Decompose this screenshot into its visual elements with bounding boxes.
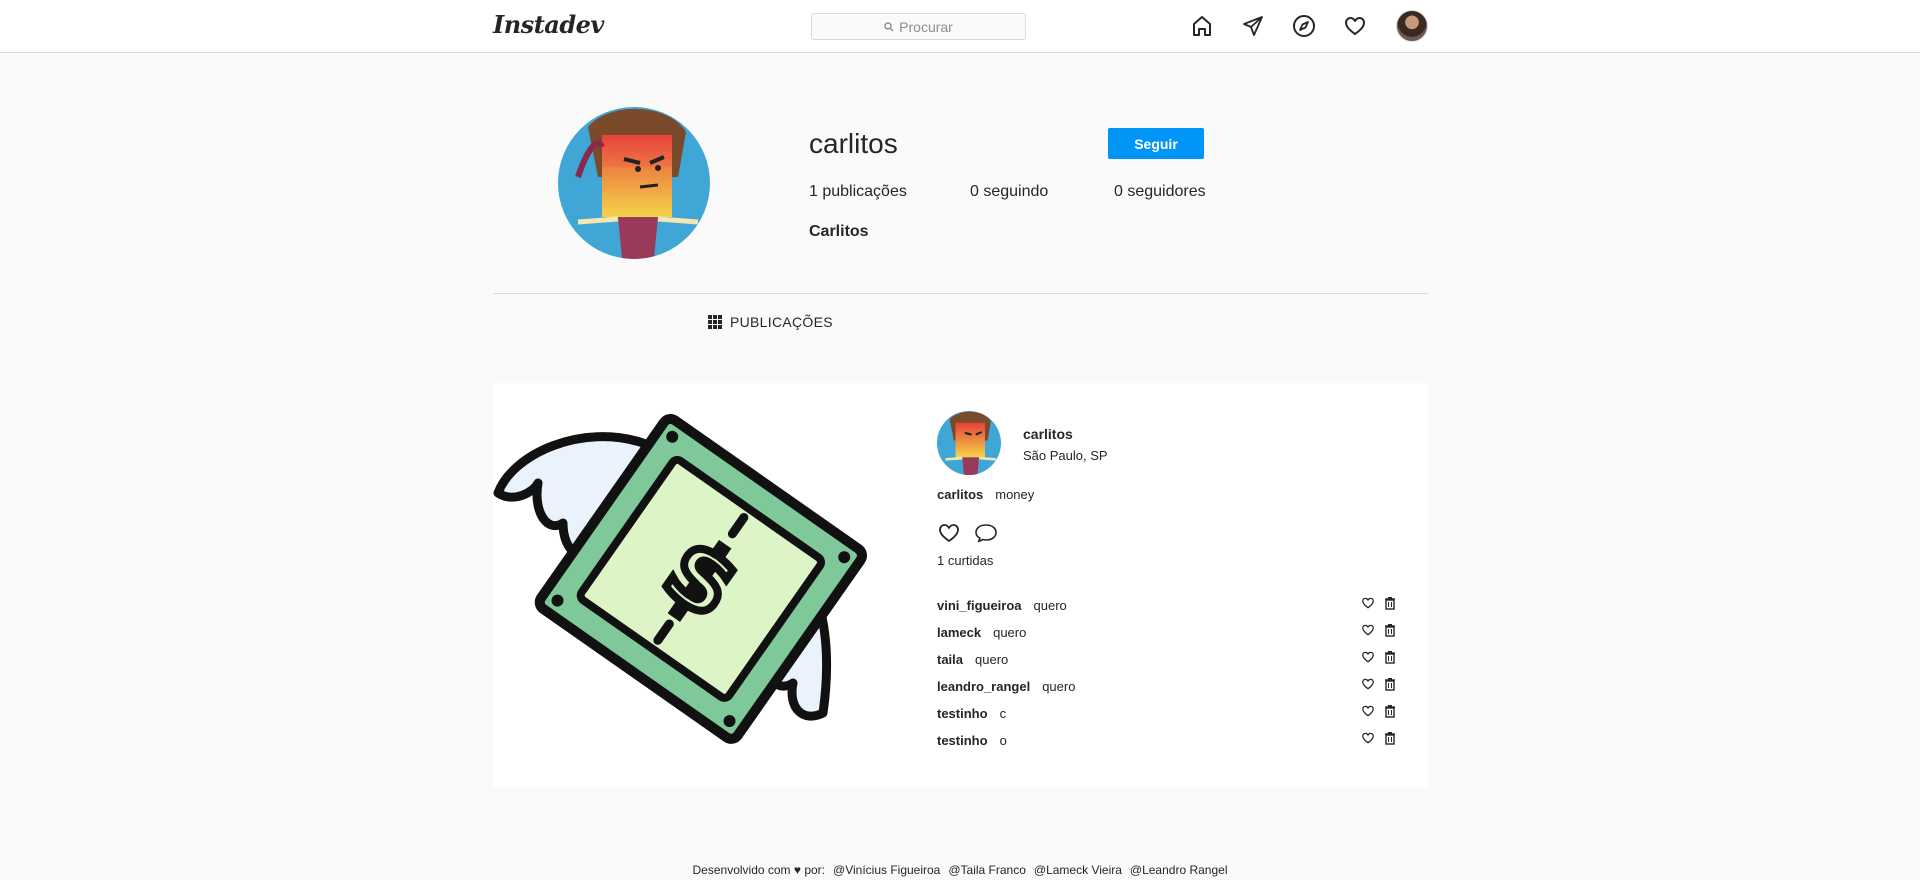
like-heart-icon[interactable] bbox=[937, 521, 961, 545]
delete-trash-icon[interactable] bbox=[1383, 704, 1397, 718]
direct-icon[interactable] bbox=[1238, 11, 1268, 41]
comment-text: quero bbox=[993, 625, 1027, 640]
caption-username[interactable]: carlitos bbox=[937, 487, 983, 502]
post-card: $ carlitos São Paulo, SP carlitos money bbox=[493, 383, 1428, 788]
comment-actions bbox=[1361, 731, 1397, 745]
comment-row: lameck quero bbox=[937, 623, 1397, 652]
post-location[interactable]: São Paulo, SP bbox=[1023, 448, 1108, 463]
user-avatar-button[interactable] bbox=[1396, 10, 1428, 42]
profile-username: carlitos bbox=[809, 128, 898, 159]
comment-actions bbox=[1361, 650, 1397, 664]
caption-text: money bbox=[995, 487, 1035, 502]
comment-like-heart-icon[interactable] bbox=[1361, 650, 1375, 664]
comment-like-heart-icon[interactable] bbox=[1361, 731, 1375, 745]
footer-author[interactable]: @Lameck Vieira bbox=[1034, 863, 1122, 877]
post-details: carlitos São Paulo, SP carlitos money 1 c… bbox=[937, 383, 1428, 788]
home-icon[interactable] bbox=[1187, 11, 1217, 41]
comment-text: o bbox=[999, 733, 1007, 748]
footer-author[interactable]: @Taila Franco bbox=[948, 863, 1026, 877]
comment-row: vini_figueiroa quero bbox=[937, 596, 1397, 625]
tab-publications[interactable]: PUBLICAÇÕES bbox=[708, 314, 833, 330]
delete-trash-icon[interactable] bbox=[1383, 731, 1397, 745]
delete-trash-icon[interactable] bbox=[1383, 596, 1397, 610]
comment-actions bbox=[1361, 677, 1397, 691]
post-actions bbox=[937, 521, 999, 545]
comments-list: vini_figueiroa quero lameck quero taila quero… bbox=[937, 596, 1397, 760]
post-image[interactable]: $ bbox=[493, 383, 903, 788]
comment-username[interactable]: vini_figueiroa bbox=[937, 598, 1022, 613]
post-caption: carlitos money bbox=[937, 487, 1034, 502]
comment-row: testinho c bbox=[937, 704, 1397, 733]
delete-trash-icon[interactable] bbox=[1383, 650, 1397, 664]
delete-trash-icon[interactable] bbox=[1383, 677, 1397, 691]
followers-count[interactable]: 0 seguidores bbox=[1114, 183, 1206, 201]
comment-like-heart-icon[interactable] bbox=[1361, 623, 1375, 637]
comment-text: quero bbox=[1042, 679, 1076, 694]
comment-actions bbox=[1361, 623, 1397, 637]
comment-username[interactable]: lameck bbox=[937, 625, 981, 640]
app-logo[interactable]: Instadev bbox=[493, 10, 604, 39]
top-navigation-bar: Instadev Procurar bbox=[0, 0, 1920, 53]
comment-row: taila quero bbox=[937, 650, 1397, 679]
footer-author[interactable]: @Vinícius Figueiroa bbox=[833, 863, 940, 877]
footer-credits: Desenvolvido com ♥ por: @Vinícius Figueir… bbox=[0, 863, 1920, 877]
post-author-username[interactable]: carlitos bbox=[1023, 426, 1073, 442]
comment-bubble-icon[interactable] bbox=[973, 521, 999, 545]
comment-text: c bbox=[999, 706, 1007, 721]
comment-row: testinho o bbox=[937, 731, 1397, 760]
comment-like-heart-icon[interactable] bbox=[1361, 596, 1375, 610]
comment-username[interactable]: leandro_rangel bbox=[937, 679, 1030, 694]
comment-text: quero bbox=[1033, 598, 1067, 613]
comment-username[interactable]: testinho bbox=[937, 733, 988, 748]
comment-actions bbox=[1361, 596, 1397, 610]
grid-icon bbox=[708, 315, 722, 329]
comment-text: quero bbox=[975, 652, 1009, 667]
comment-like-heart-icon[interactable] bbox=[1361, 677, 1375, 691]
likes-count: 1 curtidas bbox=[937, 553, 994, 568]
following-count[interactable]: 0 seguindo bbox=[970, 183, 1048, 201]
explore-icon[interactable] bbox=[1289, 11, 1319, 41]
post-author-avatar[interactable] bbox=[937, 411, 1001, 475]
posts-count: 1 publicações bbox=[809, 183, 907, 200]
comment-actions bbox=[1361, 704, 1397, 718]
search-input[interactable]: Procurar bbox=[811, 13, 1026, 40]
profile-divider bbox=[493, 293, 1428, 294]
footer-prefix: Desenvolvido com ♥ por: bbox=[692, 863, 826, 877]
search-placeholder: Procurar bbox=[899, 18, 953, 35]
delete-trash-icon[interactable] bbox=[1383, 623, 1397, 637]
profile-full-name: Carlitos bbox=[809, 223, 869, 240]
search-icon bbox=[884, 21, 894, 31]
comment-like-heart-icon[interactable] bbox=[1361, 704, 1375, 718]
comment-username[interactable]: taila bbox=[937, 652, 963, 667]
profile-picture bbox=[558, 107, 710, 259]
footer-author[interactable]: @Leandro Rangel bbox=[1130, 863, 1228, 877]
comment-row: leandro_rangel quero bbox=[937, 677, 1397, 706]
heart-icon[interactable] bbox=[1340, 11, 1370, 41]
tab-publications-label: PUBLICAÇÕES bbox=[730, 314, 833, 330]
follow-button[interactable]: Seguir bbox=[1108, 128, 1204, 159]
comment-username[interactable]: testinho bbox=[937, 706, 988, 721]
